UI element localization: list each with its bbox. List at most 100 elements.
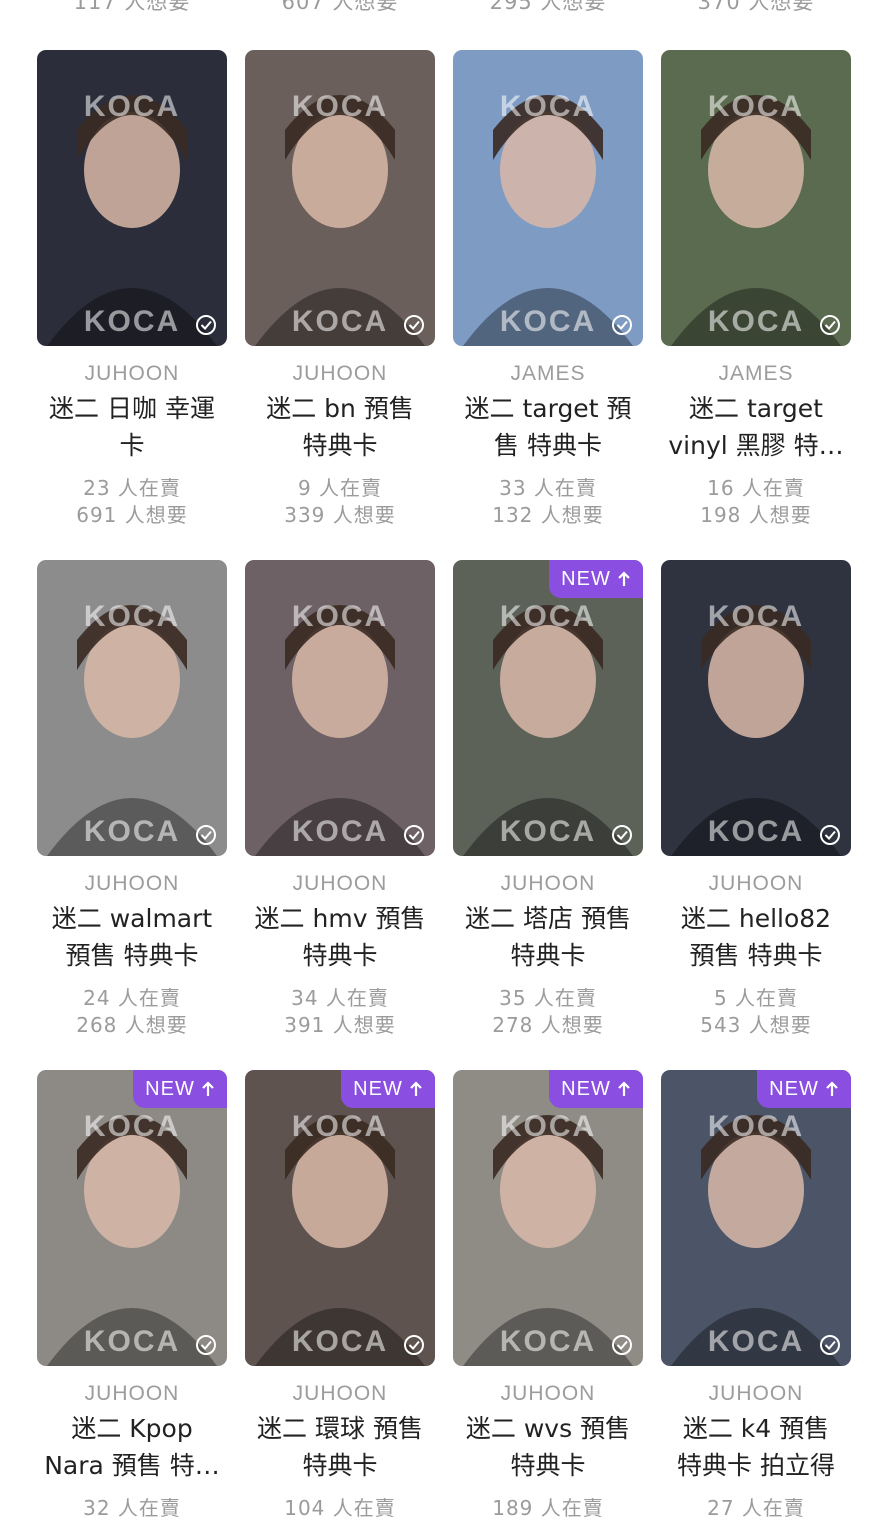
card-title-line[interactable]: 特典卡 [236,937,444,974]
koca-watermark: KOCA [291,600,389,633]
card-title-line[interactable]: 預售 特典卡 [652,937,860,974]
prev-want-count: 117 人想要 [73,0,191,14]
check-circle-icon[interactable] [819,314,841,336]
card-title-line[interactable]: 迷二 bn 預售 [236,390,444,427]
arrow-up-icon [825,1081,839,1097]
selling-count: 16 人在賣 [707,476,805,500]
koca-watermark: KOCA [291,90,389,123]
check-circle-icon[interactable] [819,824,841,846]
arrow-up-icon [201,1081,215,1097]
check-circle-icon[interactable] [195,314,217,336]
card-photo[interactable]: KOCA KOCA [37,50,227,346]
prev-want-count: 295 人想要 [489,0,607,14]
photocard-item[interactable]: KOCA KOCA NEW JUHOON 迷二 wvs 預售 特典卡 189 人在賣 [444,1070,652,1530]
card-title-line[interactable]: 迷二 hmv 預售 [236,900,444,937]
check-circle-icon[interactable] [403,314,425,336]
card-photo[interactable]: KOCA KOCA [453,50,643,346]
card-title-line[interactable]: 迷二 塔店 預售 [444,900,652,937]
selling-count: 33 人在賣 [499,476,597,500]
previous-row-tail: 117 人想要 607 人想要 295 人想要 370 人想要 [0,0,886,16]
artist-name: JUHOON [500,1382,596,1405]
want-count: 339 人想要 [284,503,396,527]
arrow-up-icon [409,1081,423,1097]
card-photo[interactable]: KOCA KOCA [661,560,851,856]
artist-name: JUHOON [292,362,388,385]
new-badge-label: NEW [145,1077,195,1100]
check-circle-icon[interactable] [403,824,425,846]
card-title-line[interactable]: 特典卡 [444,1447,652,1484]
card-title-line[interactable]: 特典卡 [236,427,444,464]
want-count: 278 人想要 [492,1013,604,1037]
want-count: 391 人想要 [284,1013,396,1037]
card-title-line[interactable]: 迷二 target 預 [444,390,652,427]
koca-watermark: KOCA [707,600,805,633]
check-circle-icon[interactable] [195,1334,217,1356]
photocard-item[interactable]: KOCA KOCA NEW JUHOON 迷二 環球 預售 特典卡 104 人在賣 [236,1070,444,1530]
koca-watermark: KOCA [499,600,597,633]
card-photo[interactable]: KOCA KOCA [661,50,851,346]
photocard-item[interactable]: KOCA KOCA JUHOON 迷二 walmart 預售 特典卡 24 人在賣 268 … [28,560,236,1037]
photocard-item[interactable]: KOCA KOCA JAMES 迷二 target vinyl 黑膠 特… 16 人在賣 1… [652,50,860,527]
artist-name: JUHOON [708,1382,804,1405]
card-title-line[interactable]: 迷二 Kpop [28,1410,236,1447]
card-title-line[interactable]: 迷二 wvs 預售 [444,1410,652,1447]
artist-name: JUHOON [84,362,180,385]
koca-watermark: KOCA [83,1110,181,1143]
koca-watermark: KOCA [499,90,597,123]
card-title-line[interactable]: 售 特典卡 [444,427,652,464]
card-photo[interactable]: KOCA KOCA NEW [453,1070,643,1366]
card-title-line[interactable]: 迷二 環球 預售 [236,1410,444,1447]
check-circle-icon[interactable] [403,1334,425,1356]
card-grid: 117 人想要 607 人想要 295 人想要 370 人想要 KOCA KOCA… [0,0,886,1520]
card-title-line[interactable]: 卡 [28,427,236,464]
check-circle-icon[interactable] [611,314,633,336]
card-title-line[interactable]: 迷二 日咖 幸運 [28,390,236,427]
card-photo[interactable]: KOCA KOCA [37,560,227,856]
want-count: 268 人想要 [76,1013,188,1037]
photocard-item[interactable]: KOCA KOCA NEW JUHOON 迷二 Kpop Nara 預售 特… 32 人在賣 [28,1070,236,1530]
selling-count: 23 人在賣 [83,476,181,500]
card-title-line[interactable]: 預售 特典卡 [28,937,236,974]
artist-name: JUHOON [84,1382,180,1405]
card-title-line[interactable]: 迷二 hello82 [652,900,860,937]
photocard-item[interactable]: KOCA KOCA JUHOON 迷二 hello82 預售 特典卡 5 人在賣 543 人… [652,560,860,1037]
card-title-line[interactable]: 迷二 walmart [28,900,236,937]
card-photo[interactable]: KOCA KOCA NEW [245,1070,435,1366]
selling-count: 5 人在賣 [713,986,799,1010]
card-photo[interactable]: KOCA KOCA [245,50,435,346]
artist-name: JUHOON [708,872,804,895]
check-circle-icon[interactable] [611,824,633,846]
card-title-line[interactable]: 特典卡 [236,1447,444,1484]
prev-want-count: 607 人想要 [281,0,399,14]
koca-watermark: KOCA [291,1110,389,1143]
photocard-item[interactable]: KOCA KOCA NEW JUHOON 迷二 k4 預售 特典卡 拍立得 27 人在賣 [652,1070,860,1530]
selling-count: 9 人在賣 [297,476,383,500]
card-title-line[interactable]: 特典卡 [444,937,652,974]
new-badge-label: NEW [353,1077,403,1100]
photocard-item[interactable]: KOCA KOCA JAMES 迷二 target 預售 特典卡 33 人在賣 132 人… [444,50,652,527]
card-photo[interactable]: KOCA KOCA NEW [37,1070,227,1366]
check-circle-icon[interactable] [195,824,217,846]
new-badge-label: NEW [561,1077,611,1100]
card-title-line[interactable]: 迷二 k4 預售 [652,1410,860,1447]
photocard-item[interactable]: KOCA KOCA JUHOON 迷二 日咖 幸運卡 23 人在賣 691 人想要 [28,50,236,527]
card-photo[interactable]: KOCA KOCA NEW [453,560,643,856]
check-circle-icon[interactable] [611,1334,633,1356]
card-title-line[interactable]: 特典卡 拍立得 [652,1447,860,1484]
card-photo[interactable]: KOCA KOCA NEW [661,1070,851,1366]
photocard-item[interactable]: KOCA KOCA NEW JUHOON 迷二 塔店 預售 特典卡 35 人在賣 278 人想… [444,560,652,1037]
new-badge-label: NEW [769,1077,819,1100]
want-count: 198 人想要 [700,503,812,527]
card-title-line[interactable]: 迷二 target [652,390,860,427]
prev-want-count: 370 人想要 [697,0,815,14]
artist-name: JAMES [510,362,586,385]
photocard-item[interactable]: KOCA KOCA JUHOON 迷二 hmv 預售 特典卡 34 人在賣 391 人想要 [236,560,444,1037]
check-circle-icon[interactable] [819,1334,841,1356]
card-title-line[interactable]: Nara 預售 特… [28,1447,236,1484]
new-badge: NEW [549,560,643,598]
card-photo[interactable]: KOCA KOCA [245,560,435,856]
koca-watermark: KOCA [499,1110,597,1143]
photocard-item[interactable]: KOCA KOCA JUHOON 迷二 bn 預售 特典卡 9 人在賣 339 人想要 [236,50,444,527]
selling-count: 189 人在賣 [492,1496,604,1520]
card-title-line[interactable]: vinyl 黑膠 特… [652,427,860,464]
